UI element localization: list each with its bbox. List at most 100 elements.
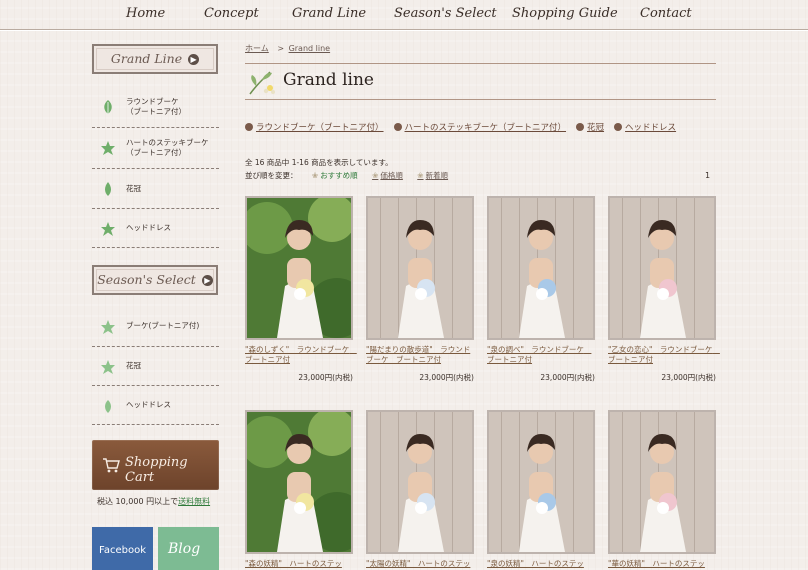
bride-photo-image [610, 198, 714, 338]
category-headdress[interactable]: ヘッドドレス [614, 121, 676, 133]
sidebar-item-flower-crown[interactable]: 花冠 [92, 169, 219, 209]
nav-grand-line[interactable]: Grand Line [292, 6, 366, 21]
product-photo[interactable] [487, 410, 595, 554]
category-heart-stick[interactable]: ハートのステッキブーケ（ブートニア付） [393, 121, 566, 133]
leaf-icon [105, 182, 111, 196]
flower-icon [249, 71, 275, 95]
bride-photo-image [489, 412, 593, 552]
breadcrumb: ホーム > Grand line [245, 43, 330, 54]
bride-photo-image [247, 412, 351, 552]
sidebar-item-label: 花冠 [126, 361, 141, 370]
nav-concept[interactable]: Concept [204, 6, 259, 21]
product-name-link[interactable]: "乙女の恋心" ラウンドブーケ ブートニア付 [608, 345, 720, 365]
category-label: 花冠 [587, 123, 605, 133]
sort-option-label: おすすめ順 [320, 171, 358, 180]
title-bottom-rule [245, 99, 716, 100]
product-photo[interactable] [487, 196, 595, 340]
flower-dot-icon [614, 123, 623, 131]
leaf-icon [101, 141, 115, 155]
product-photo[interactable] [608, 410, 716, 554]
blog-button[interactable]: Blog [158, 527, 219, 570]
category-links: ラウンドブーケ（ブートニア付） ハートのステッキブーケ（ブートニア付） 花冠 ヘッドド… [245, 121, 686, 133]
flower-dot-icon [245, 123, 253, 131]
flower-icon: ❀ [311, 171, 319, 180]
sidebar-item-season-headdress[interactable]: ヘッドドレス [92, 386, 219, 425]
sidebar-item-label: ヘッドドレス [126, 223, 171, 232]
sort-option-label: 新着順 [425, 171, 449, 180]
sidebar-grand-line-title: Grand Line [110, 51, 183, 66]
leaf-icon [104, 100, 112, 114]
breadcrumb-current[interactable]: Grand line [289, 44, 331, 53]
top-navigation: Home Concept Grand Line Season's Select … [0, 0, 808, 30]
free-shipping-link[interactable]: 送料無料 [178, 497, 210, 506]
leaf-icon [101, 222, 115, 236]
sidebar-season-title: Season's Select [97, 272, 196, 287]
shipping-note-text: 税込 10,000 円以上で [97, 497, 179, 506]
sort-options: 並び順を変更： ❀ おすすめ順 ❀ 価格順 ❀ 新着順 [245, 170, 448, 181]
sidebar-item-label: ハートのステッキブーケ （ブートニア付） [126, 138, 209, 157]
sidebar-item-heart-stick[interactable]: ハートのステッキブーケ （ブートニア付） [92, 128, 219, 169]
leaf-icon [101, 360, 115, 374]
cart-icon [103, 458, 120, 473]
page-title: Grand line [283, 70, 374, 90]
shipping-note: 税込 10,000 円以上で送料無料 [97, 496, 210, 507]
title-top-rule [245, 63, 716, 64]
nav-contact[interactable]: Contact [640, 6, 692, 21]
breadcrumb-separator: > [277, 44, 285, 53]
bride-photo-image [489, 198, 593, 338]
sidebar-item-round-bouquet[interactable]: ラウンドブーケ （ブートニア付） [92, 87, 219, 128]
product-name-link[interactable]: "泉の調べ" ラウンドブーケ ブートニア付 [487, 345, 595, 365]
sidebar-item-season-flower-crown[interactable]: 花冠 [92, 347, 219, 386]
sort-recommended[interactable]: ❀ おすすめ順 [312, 171, 358, 180]
sort-price[interactable]: ❀ 価格順 [372, 171, 403, 180]
product-photo[interactable] [366, 196, 474, 340]
sort-newest[interactable]: ❀ 新着順 [417, 171, 448, 180]
category-flower-crown[interactable]: 花冠 [576, 121, 604, 133]
sidebar-item-season-bouquet[interactable]: ブーケ(ブートニア付) [92, 307, 219, 347]
leaf-icon [101, 320, 115, 334]
nav-seasons-select[interactable]: Season's Select [394, 6, 497, 21]
product-name-link[interactable]: "太陽の妖精" ハートのステッ [366, 559, 474, 569]
product-photo[interactable] [245, 410, 353, 554]
product-name-link[interactable]: "泉の妖精" ハートのステッ [487, 559, 595, 569]
arrow-right-icon: ▶ [201, 275, 213, 286]
product-name-link[interactable]: "華の妖精" ハートのステッ [608, 559, 716, 569]
flower-icon: ❀ [372, 171, 379, 180]
facebook-button[interactable]: Facebook [92, 527, 153, 570]
page-number[interactable]: 1 [705, 171, 710, 180]
product-photo[interactable] [366, 410, 474, 554]
product-price: 23,000円(内税) [298, 373, 353, 382]
nav-shopping-guide[interactable]: Shopping Guide [512, 6, 618, 21]
blog-label: Blog [168, 541, 201, 557]
product-name-link[interactable]: "森の妖精" ハートのステッ [245, 559, 353, 569]
bride-photo-image [368, 412, 472, 552]
facebook-label: Facebook [99, 545, 146, 556]
result-count: 全 16 商品中 1-16 商品を表示しています。 [245, 158, 393, 167]
breadcrumb-home[interactable]: ホーム [245, 44, 269, 53]
product-photo[interactable] [608, 196, 716, 340]
category-round-bouquet[interactable]: ラウンドブーケ（ブートニア付） [245, 121, 384, 133]
bride-photo-image [247, 198, 351, 338]
shopping-cart-button[interactable]: Shopping Cart [92, 440, 219, 490]
flower-dot-icon [576, 123, 585, 131]
category-label: ラウンドブーケ（ブートニア付） [256, 123, 384, 133]
flower-dot-icon [393, 123, 402, 131]
sidebar-item-label: ブーケ(ブートニア付) [126, 321, 200, 330]
sidebar-grand-line-heading[interactable]: Grand Line ▶ [92, 44, 218, 74]
arrow-right-icon: ▶ [188, 54, 200, 65]
product-name-link[interactable]: "森のしずく" ラウンドブーケ ブートニア付 [245, 345, 357, 365]
nav-home[interactable]: Home [126, 6, 165, 21]
sidebar-item-headdress[interactable]: ヘッドドレス [92, 209, 219, 248]
sort-label: 並び順を変更： [245, 171, 298, 180]
product-price: 23,000円(内税) [540, 373, 595, 382]
sidebar-season-heading[interactable]: Season's Select ▶ [92, 265, 218, 295]
sidebar-item-label: ヘッドドレス [126, 400, 171, 409]
flower-icon: ❀ [417, 171, 424, 180]
sort-option-label: 価格順 [380, 171, 403, 180]
sidebar-item-label: ラウンドブーケ （ブートニア付） [126, 97, 186, 116]
product-price: 23,000円(内税) [419, 373, 474, 382]
product-name-link[interactable]: "陽だまりの散歩道" ラウンドブーケ ブートニア付 [366, 345, 474, 365]
product-price: 23,000円(内税) [661, 373, 716, 382]
shopping-cart-label: Shopping Cart [125, 455, 188, 485]
product-photo[interactable] [245, 196, 353, 340]
